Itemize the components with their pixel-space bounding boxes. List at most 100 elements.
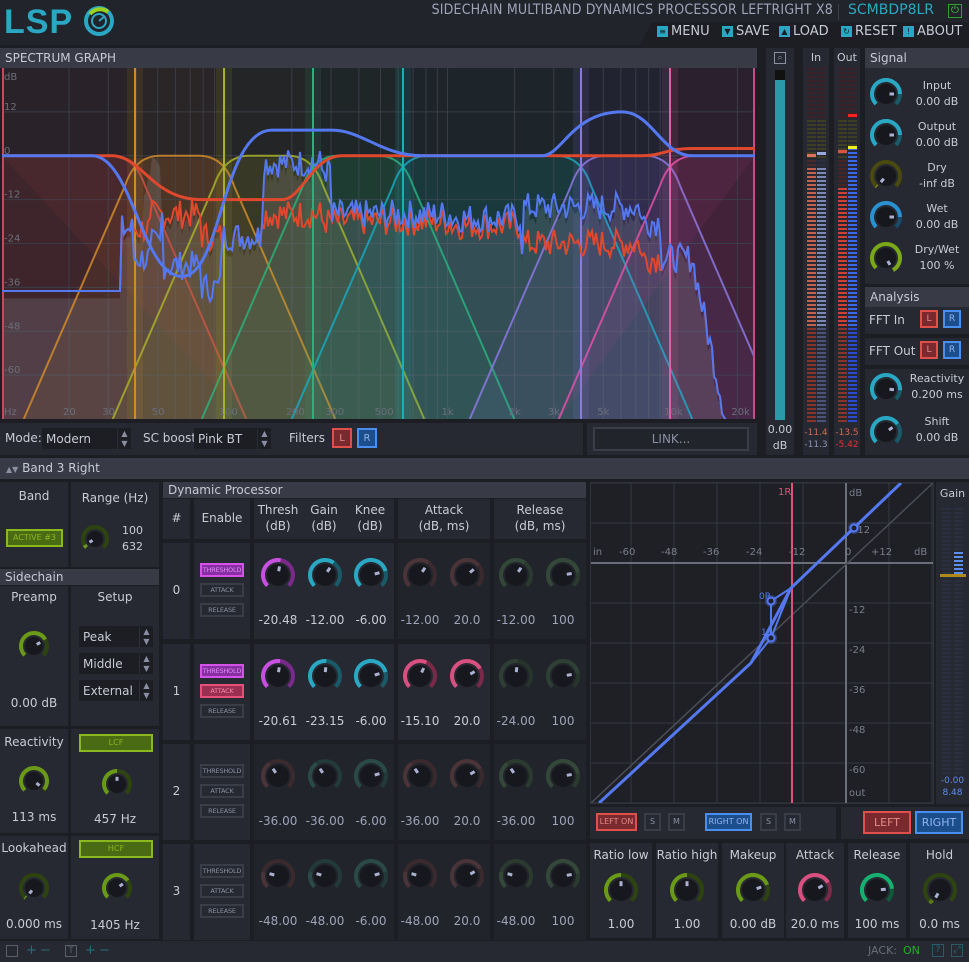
row-release-ms-knob[interactable] [543,856,583,896]
row-gain-knob[interactable] [305,656,345,696]
reset-button[interactable]: ↻ RESET [841,24,897,39]
signal-knob-dry-wet[interactable] [867,239,905,277]
signal-knob-output[interactable] [867,116,905,154]
row-attack-toggle[interactable]: ATTACK [200,583,244,597]
row-knee-knob[interactable] [351,656,391,696]
bottom-knob-attack[interactable] [795,870,835,910]
font-size-icon[interactable]: T [65,945,77,957]
row-release-db-knob[interactable] [496,756,536,796]
row-knee-knob[interactable] [351,555,391,595]
row-release-db-knob[interactable] [496,555,536,595]
transfer-curve-graph[interactable]: in -60 -48 -36 -24 -12 0 +12 dB dB +12 -12 -24 -36 -48… [544,481,934,844]
shift-knob[interactable] [867,413,905,451]
row-release-toggle[interactable]: RELEASE [200,704,244,718]
sc-mode-select[interactable]: Peak ▲ ▼ [79,626,153,647]
row-thresh-knob[interactable] [258,856,298,896]
row-attack-toggle[interactable]: ATTACK [200,684,244,698]
curve-point-handle[interactable] [849,523,859,533]
row-release-ms-knob[interactable] [543,656,583,696]
signal-knob-dry[interactable] [867,157,905,195]
right-solo-toggle[interactable]: S [760,813,777,831]
mode-select[interactable]: Modern ▲ ▼ [42,428,131,449]
fft-out-right-toggle[interactable]: R [943,341,961,359]
lcf-knob[interactable] [99,766,135,802]
row-threshold-toggle[interactable]: THRESHOLD [200,664,244,678]
left-on-toggle[interactable]: LEFT ON [596,813,637,831]
row-attack-ms-knob[interactable] [447,756,487,796]
ui-zoom-in-button[interactable]: + [26,943,37,958]
sc-source-select[interactable]: Middle ▲ ▼ [79,653,153,674]
fullscreen-icon[interactable]: ⤢ [951,944,963,957]
save-button[interactable]: ▼ SAVE [722,24,770,39]
row-threshold-toggle[interactable]: THRESHOLD [200,764,244,778]
fft-in-left-toggle[interactable]: L [920,310,938,328]
row-attack-toggle[interactable]: ATTACK [200,884,244,898]
row-knee-knob[interactable] [351,856,391,896]
ui-zoom-out-button[interactable]: − [40,943,51,958]
filter-right-toggle[interactable]: R [357,428,377,448]
row-release-toggle[interactable]: RELEASE [200,603,244,617]
sc-type-select[interactable]: External ▲ ▼ [79,680,153,701]
row-attack-ms-knob[interactable] [447,856,487,896]
font-zoom-in-button[interactable]: + [85,943,96,958]
hcf-knob[interactable] [99,870,135,906]
row-release-db-knob[interactable] [496,856,536,896]
power-icon[interactable]: ⏻ [948,4,962,18]
right-channel-button[interactable]: RIGHT [915,811,963,834]
range-knob[interactable] [78,522,112,556]
bottom-knob-makeup[interactable] [733,870,773,910]
row-release-ms-knob[interactable] [543,555,583,595]
band-active-toggle[interactable]: ACTIVE #3 [6,529,63,547]
bottom-knob-hold[interactable] [920,870,960,910]
sc-reactivity-knob[interactable] [16,763,52,799]
link-button[interactable]: LINK... [593,427,749,451]
right-mute-toggle[interactable]: M [784,813,801,831]
filter-left-toggle[interactable]: L [332,428,352,448]
left-solo-toggle[interactable]: S [644,813,661,831]
row-attack-db-knob[interactable] [400,856,440,896]
spectrum-graph[interactable]: dB 12 0 -12 -24 -36 -48 -60 Hz 20 30 50 100 200 300 500… [2,68,755,419]
reactivity-knob[interactable] [867,370,905,408]
row-thresh-knob[interactable] [258,756,298,796]
lookahead-knob[interactable] [16,870,52,906]
zoom-slider[interactable] [775,80,785,420]
bottom-knob-ratio-high[interactable] [667,870,707,910]
row-thresh-knob[interactable] [258,656,298,696]
row-release-ms-knob[interactable] [543,756,583,796]
zoom-icon[interactable]: ⌕ [774,52,786,64]
help-icon[interactable]: ? [932,944,944,957]
row-attack-db-knob[interactable] [400,555,440,595]
row-thresh-knob[interactable] [258,555,298,595]
left-channel-button[interactable]: LEFT [863,811,911,834]
preamp-knob[interactable] [16,628,52,664]
row-release-toggle[interactable]: RELEASE [200,904,244,918]
right-on-toggle[interactable]: RIGHT ON [705,813,752,831]
row-attack-ms-knob[interactable] [447,555,487,595]
row-attack-db-knob[interactable] [400,756,440,796]
lcf-toggle[interactable]: LCF [79,734,153,752]
row-threshold-toggle[interactable]: THRESHOLD [200,864,244,878]
bottom-knob-release[interactable] [857,870,897,910]
row-attack-ms-knob[interactable] [447,656,487,696]
about-button[interactable]: ! ABOUT [903,24,962,39]
window-size-icon[interactable] [6,945,18,957]
row-release-db-knob[interactable] [496,656,536,696]
bottom-knob-ratio-low[interactable] [601,870,641,910]
left-mute-toggle[interactable]: M [668,813,685,831]
row-attack-toggle[interactable]: ATTACK [200,784,244,798]
row-attack-db-knob[interactable] [400,656,440,696]
row-gain-knob[interactable] [305,555,345,595]
row-threshold-toggle[interactable]: THRESHOLD [200,563,244,577]
row-gain-knob[interactable] [305,856,345,896]
row-release-toggle[interactable]: RELEASE [200,804,244,818]
band-selector[interactable]: ▲▼ Band 3 Right [0,458,969,479]
menu-button[interactable]: ≡ MENU [657,24,710,39]
signal-knob-wet[interactable] [867,198,905,236]
row-knee-knob[interactable] [351,756,391,796]
scboost-select[interactable]: Pink BT ▲ ▼ [194,428,271,449]
fft-in-right-toggle[interactable]: R [943,310,961,328]
fft-out-left-toggle[interactable]: L [920,341,938,359]
font-zoom-out-button[interactable]: − [99,943,110,958]
load-button[interactable]: ▲ LOAD [779,24,829,39]
hcf-toggle[interactable]: HCF [79,840,153,858]
